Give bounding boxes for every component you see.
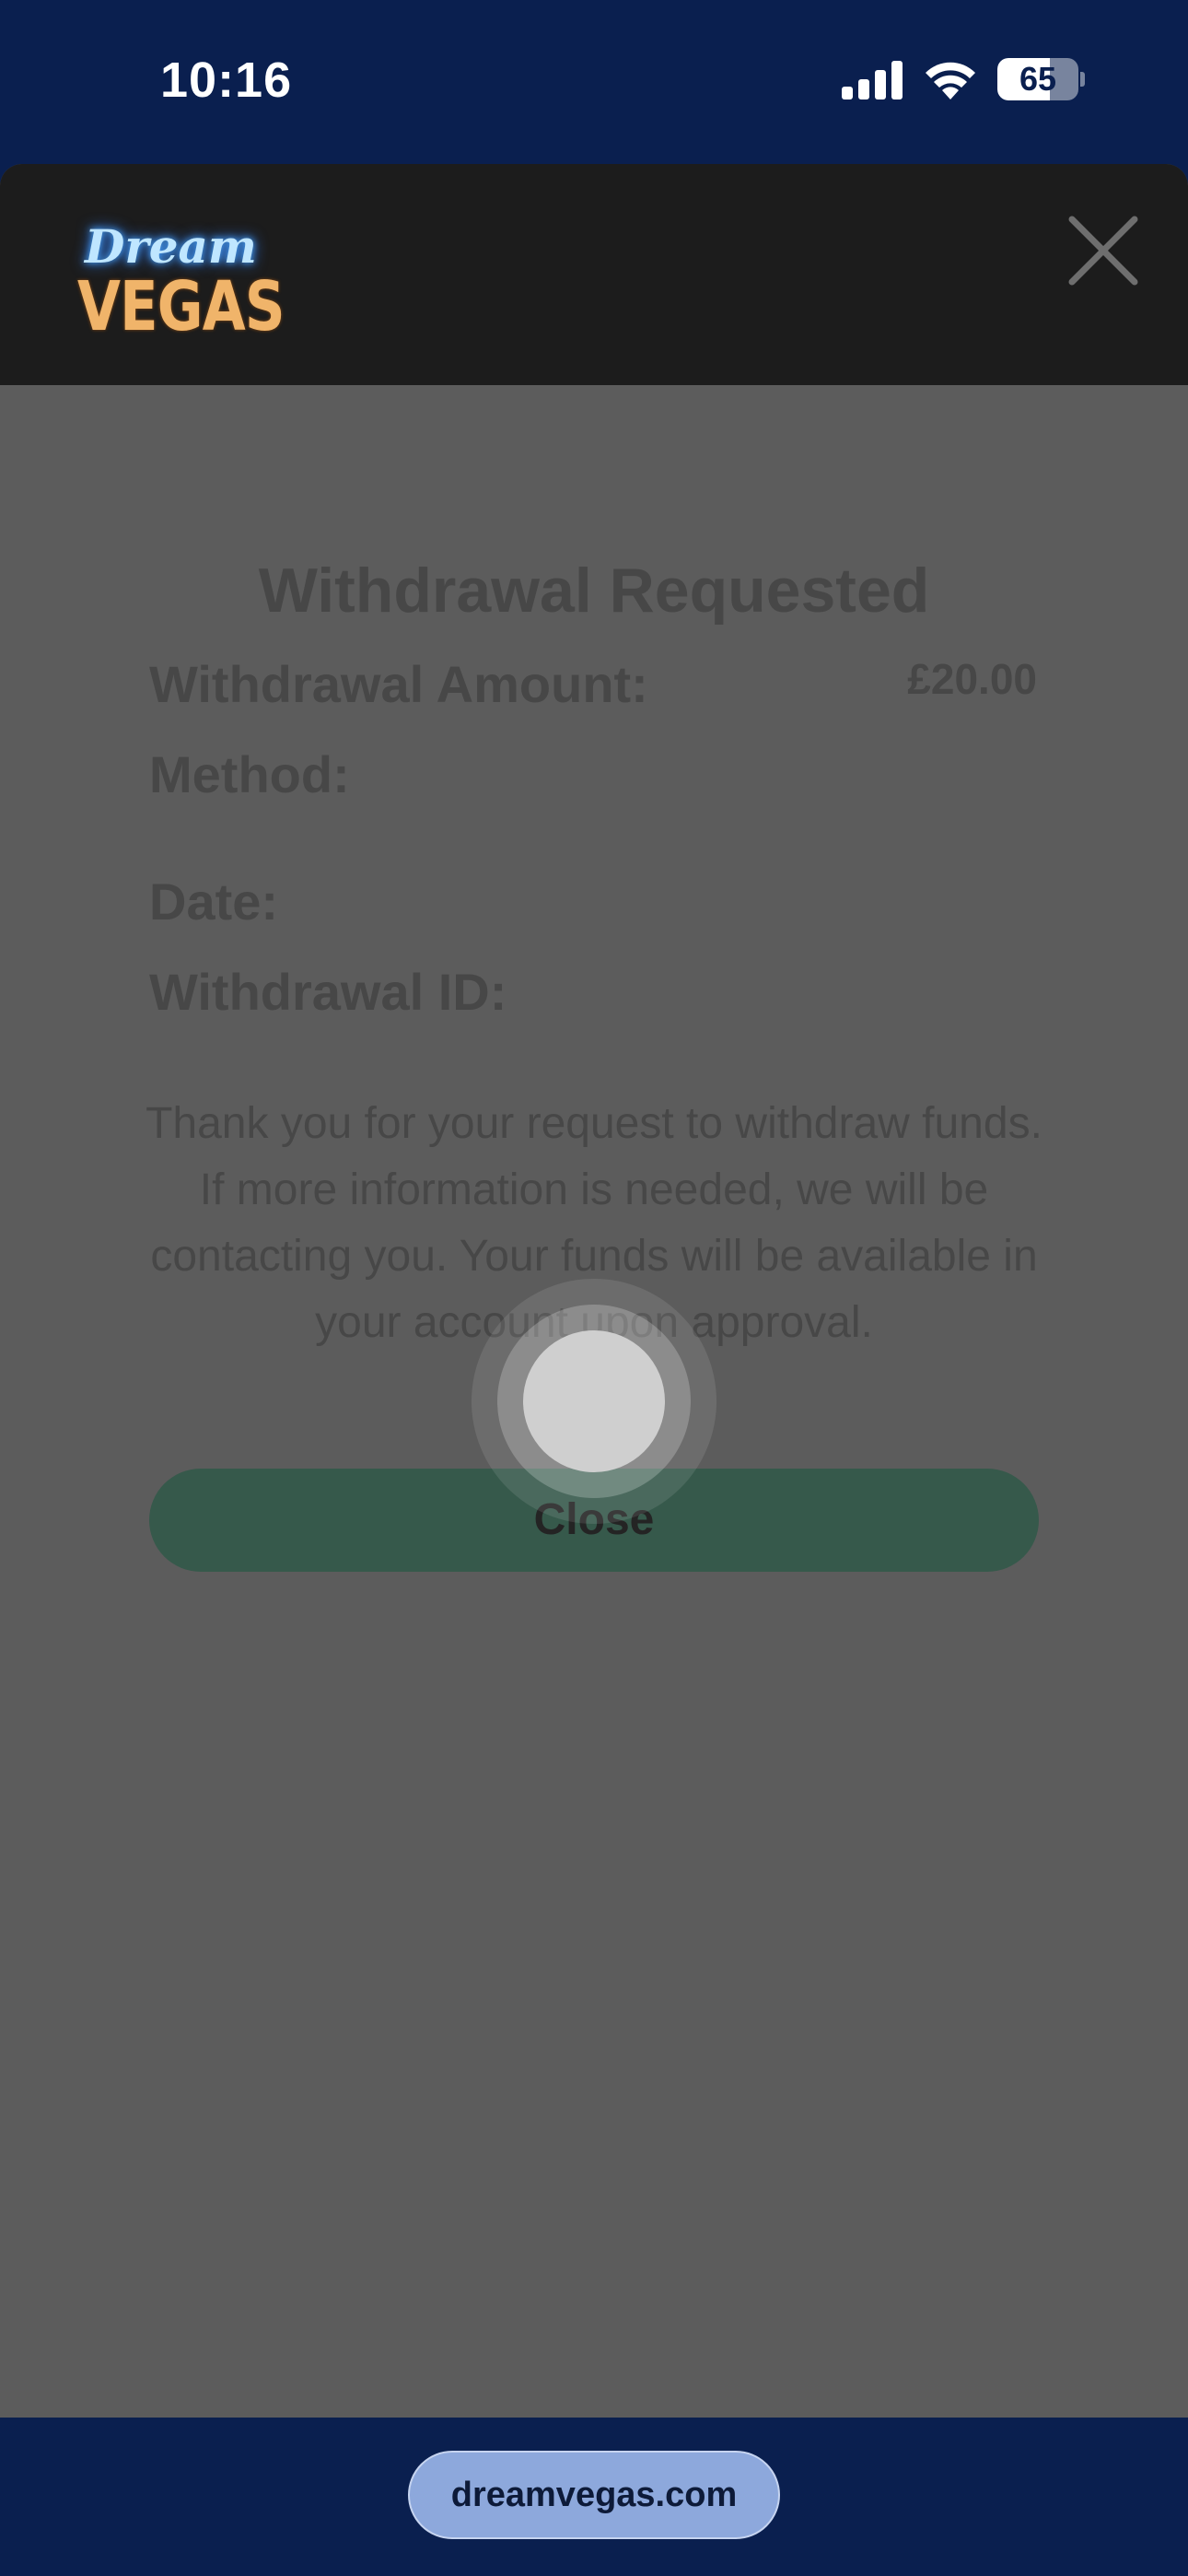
- touch-core: [523, 1330, 665, 1472]
- modal-sheet: Dream VEGAS Withdrawal Requested Withdra…: [0, 164, 1188, 2418]
- withdrawal-id-label: Withdrawal ID:: [149, 963, 507, 1021]
- battery-icon: 65: [997, 58, 1078, 100]
- touch-ring: [497, 1305, 691, 1498]
- browser-bottom-bar: dreamvegas.com: [0, 2418, 1188, 2576]
- touch-indicator: [472, 1279, 716, 1524]
- battery-tip: [1080, 72, 1085, 87]
- dream-vegas-logo[interactable]: Dream VEGAS: [77, 219, 285, 346]
- app-header: Dream VEGAS: [0, 164, 1188, 385]
- logo-vegas-text: VEGAS: [77, 267, 285, 346]
- status-bar: 10:16 65: [0, 0, 1188, 164]
- withdrawal-amount-value: £20.00: [907, 655, 1037, 703]
- withdrawal-amount-label: Withdrawal Amount:: [149, 655, 648, 713]
- page-title: Withdrawal Requested: [258, 556, 930, 626]
- status-time: 10:16: [160, 53, 293, 108]
- date-label: Date:: [149, 872, 279, 931]
- close-icon[interactable]: [1066, 214, 1140, 287]
- signal-icon: [842, 61, 903, 100]
- wifi-icon: [926, 62, 975, 100]
- method-label: Method:: [149, 745, 350, 803]
- url-bar[interactable]: dreamvegas.com: [408, 2451, 780, 2539]
- battery-percent: 65: [1019, 60, 1057, 98]
- logo-dream-text: Dream: [85, 219, 257, 274]
